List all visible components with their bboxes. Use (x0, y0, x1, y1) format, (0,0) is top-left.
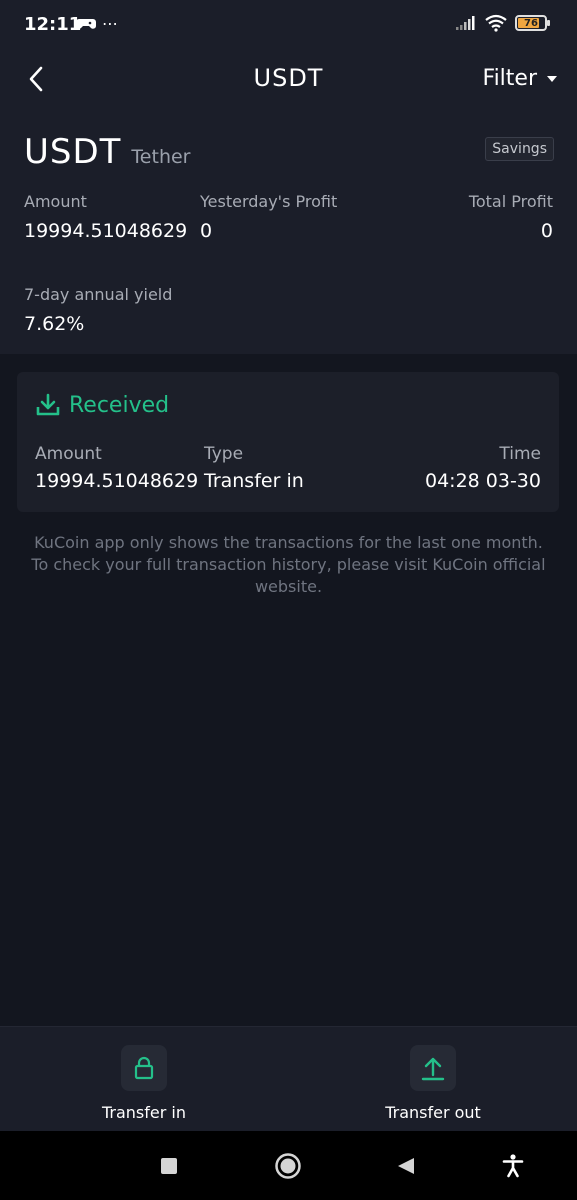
accessibility-icon (502, 1154, 524, 1178)
signal-icon (456, 16, 475, 30)
system-nav-bar (0, 1131, 577, 1200)
upload-arrow-icon (421, 1057, 445, 1081)
download-tray-icon (36, 393, 60, 416)
yesterday-profit-value: 0 (200, 220, 213, 242)
transaction-card[interactable]: Received Amount 19994.51048629 Type Tran… (17, 372, 559, 512)
home-button[interactable] (273, 1153, 303, 1179)
battery-level: 76 (524, 17, 538, 29)
more-notifications-icon: ⋯ (102, 14, 118, 33)
filter-label: Filter (482, 66, 537, 91)
history-notice: KuCoin app only shows the transactions f… (31, 533, 546, 596)
transfer-out-icon-box (410, 1045, 456, 1091)
coin-symbol: USDT (24, 132, 122, 172)
recents-button[interactable] (154, 1153, 184, 1179)
filter-button[interactable]: Filter (483, 66, 557, 91)
transaction-status: Received (69, 392, 170, 418)
transaction-header: Received (35, 392, 169, 418)
game-controller-icon (76, 18, 96, 29)
transfer-out-label: Transfer out (385, 1103, 481, 1122)
transfer-in-button[interactable]: Transfer in (64, 1045, 224, 1122)
status-left-icons: ⋯ (76, 14, 118, 33)
app-header: USDT Filter (0, 50, 577, 110)
amount-value: 19994.51048629 (24, 220, 188, 242)
asset-summary: USDT Tether Savings Amount 19994.5104862… (0, 110, 577, 354)
lock-icon (134, 1056, 154, 1080)
battery-indicator: 76 (515, 15, 550, 31)
amount-label: Amount (24, 192, 87, 211)
wifi-icon (485, 14, 507, 32)
yesterday-profit-label: Yesterday's Profit (200, 192, 338, 211)
savings-tag: Savings (485, 137, 554, 161)
home-circle-icon (275, 1153, 301, 1179)
accessibility-button[interactable] (498, 1153, 528, 1179)
tx-type-label: Type (204, 444, 244, 464)
caret-down-icon (547, 75, 557, 82)
tx-type-value: Transfer in (204, 470, 304, 492)
tx-amount-value: 19994.51048629 (35, 470, 199, 492)
triangle-back-icon (398, 1158, 414, 1174)
total-profit-label: Total Profit (468, 192, 553, 211)
transfer-in-icon-box (121, 1045, 167, 1091)
coin-name: Tether (131, 146, 191, 168)
status-right-icons: 76 (455, 14, 550, 32)
total-profit-value: 0 (540, 220, 553, 242)
transfer-out-button[interactable]: Transfer out (353, 1045, 513, 1122)
back-nav-button[interactable] (391, 1153, 421, 1179)
coin-heading: USDT Tether (24, 132, 190, 172)
yield-label: 7-day annual yield (24, 285, 173, 304)
tx-amount-label: Amount (35, 444, 102, 464)
status-bar: 12:11 ⋯ 76 (0, 0, 577, 50)
transfer-in-label: Transfer in (101, 1103, 186, 1122)
yield-value: 7.62% (24, 313, 85, 335)
tx-time-value: 04:28 03-30 (424, 470, 541, 492)
tx-time-label: Time (499, 444, 541, 464)
status-time: 12:11 (24, 14, 82, 35)
bottom-action-bar: Transfer in Transfer out (0, 1026, 577, 1131)
square-icon (161, 1158, 177, 1174)
